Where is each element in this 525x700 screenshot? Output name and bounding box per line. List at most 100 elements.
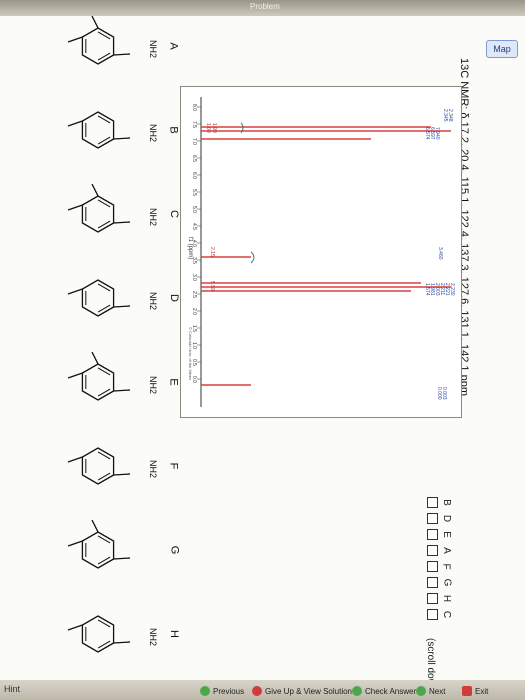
checkbox-row[interactable]: A (427, 542, 467, 558)
integral-curves (240, 122, 255, 264)
checkbox[interactable] (427, 576, 438, 588)
answer-checkboxes: B D E A F G H C (427, 494, 467, 634)
exit-icon (462, 686, 472, 696)
checkbox-row[interactable]: H (427, 590, 467, 606)
checkbox-row[interactable]: F (427, 558, 467, 574)
molecule-letter: C (167, 210, 180, 218)
checkbox-label: A (440, 546, 452, 554)
substituent-bond (113, 53, 131, 56)
peak-label-mid-3: 6.574 (424, 127, 430, 140)
substituent-bond (91, 15, 99, 29)
structure-drawing (67, 279, 131, 317)
x-tick-label: 4.5 (191, 223, 197, 230)
next-button[interactable]: Next (416, 684, 445, 698)
previous-icon (200, 686, 210, 696)
benzene-ring (81, 363, 115, 401)
give-up-icon (252, 686, 262, 696)
checkbox[interactable] (427, 544, 438, 556)
double-bond (97, 535, 111, 544)
checkbox[interactable] (427, 528, 438, 540)
map-button[interactable]: Map (486, 40, 518, 58)
checkbox-label: C (441, 610, 453, 618)
substituent-bond (67, 624, 83, 631)
checkbox[interactable] (427, 592, 438, 604)
molecule-letter: H (167, 630, 180, 638)
structure-drawing (67, 519, 131, 569)
molecule-g: G (60, 519, 180, 584)
x-tick-label: 5.0 (191, 206, 197, 213)
amino-group-label: NH2 (148, 123, 159, 143)
substituent-bond (113, 473, 131, 476)
benzene-ring (81, 111, 115, 149)
substituent-bond (113, 389, 131, 392)
double-bond (97, 31, 111, 40)
hint-button[interactable]: Hint (4, 684, 20, 694)
check-icon (352, 686, 362, 696)
substituent-bond (67, 36, 83, 43)
substituent-bond (113, 641, 131, 644)
checkbox[interactable] (427, 608, 438, 620)
spectrum-footer: © Colorado Univ. of the Mines (188, 327, 193, 380)
x-axis-label: f1 (ppm) (187, 237, 193, 259)
substituent-bond (113, 305, 131, 308)
substituent-bond (67, 204, 83, 211)
spectrum-svg: 2.348 2.345 7.940 6.597 6.574 3.460 2.23… (187, 97, 455, 407)
double-bond (97, 472, 111, 481)
check-answer-button[interactable]: Check Answer (352, 684, 416, 698)
peak-label-4-6: 1.574 (424, 283, 430, 296)
peak-label-group: 2.348 2.345 7.940 6.597 6.574 3.460 2.23… (424, 109, 455, 400)
checkbox[interactable] (427, 496, 438, 508)
molecule-letter: E (167, 378, 180, 386)
double-bond (97, 52, 111, 61)
checkbox-row[interactable]: C (427, 606, 467, 622)
checkbox-label: F (440, 562, 452, 570)
substituent-bond (67, 288, 83, 295)
amino-group-label: NH2 (148, 627, 159, 647)
checkbox-row[interactable]: G (427, 574, 467, 590)
x-tick-label: 7.0 (191, 138, 197, 145)
double-bond (97, 640, 111, 649)
integral-label-2: 1.00 (205, 123, 211, 133)
benzene-ring (81, 195, 115, 233)
substituent-bond (91, 351, 99, 365)
double-bond (97, 556, 111, 565)
molecule-f: NH2 F (60, 436, 180, 500)
problem-panel: Map 13C NMR: δ 17.2, 20.4, 115.1, 122.4,… (0, 15, 525, 695)
x-tick-label: 7.5 (191, 121, 197, 128)
molecule-a: NH2 A (60, 15, 180, 80)
substituent-bond (113, 221, 131, 224)
screen: Problem Map 13C NMR: δ 17.2, 20.4, 115.1… (0, 0, 525, 700)
amino-group-label: NH2 (148, 459, 159, 479)
substituent-bond (67, 372, 83, 379)
checkbox[interactable] (427, 512, 438, 524)
footer-bar: Hint Previous Give Up & View Solution Ch… (0, 680, 525, 700)
checkbox-label: E (440, 530, 452, 538)
exit-button[interactable]: Exit (462, 684, 488, 698)
amino-group-label: NH2 (148, 39, 159, 59)
double-bond (97, 451, 111, 460)
molecule-b: NH2 B (60, 100, 180, 164)
integral-labels: 1.99 1.00 2.15 5.99 (205, 123, 217, 291)
benzene-ring (81, 447, 115, 485)
checkbox-row[interactable]: D (427, 510, 467, 526)
checkbox-row[interactable]: B (427, 494, 467, 510)
structure-drawing (67, 447, 131, 485)
double-bond (97, 220, 111, 229)
structure-drawing (67, 111, 131, 149)
double-bond (97, 304, 111, 313)
checkbox[interactable] (427, 560, 438, 572)
peak-label-top-2: 2.345 (442, 109, 448, 122)
benzene-ring (81, 279, 115, 317)
double-bond (97, 136, 111, 145)
substituent-bond (91, 183, 99, 197)
give-up-button[interactable]: Give Up & View Solution (252, 684, 352, 698)
integral-label-3: 2.15 (209, 247, 215, 257)
checkbox-row[interactable]: E (427, 526, 467, 542)
double-bond (97, 619, 111, 628)
previous-button[interactable]: Previous (200, 684, 244, 698)
substituent-bond (113, 557, 131, 560)
structure-drawing (67, 183, 131, 233)
checkbox-label: B (440, 498, 452, 506)
nmr-spectrum: 2.348 2.345 7.940 6.597 6.574 3.460 2.23… (180, 86, 462, 418)
amino-group-label: NH2 (148, 375, 159, 395)
